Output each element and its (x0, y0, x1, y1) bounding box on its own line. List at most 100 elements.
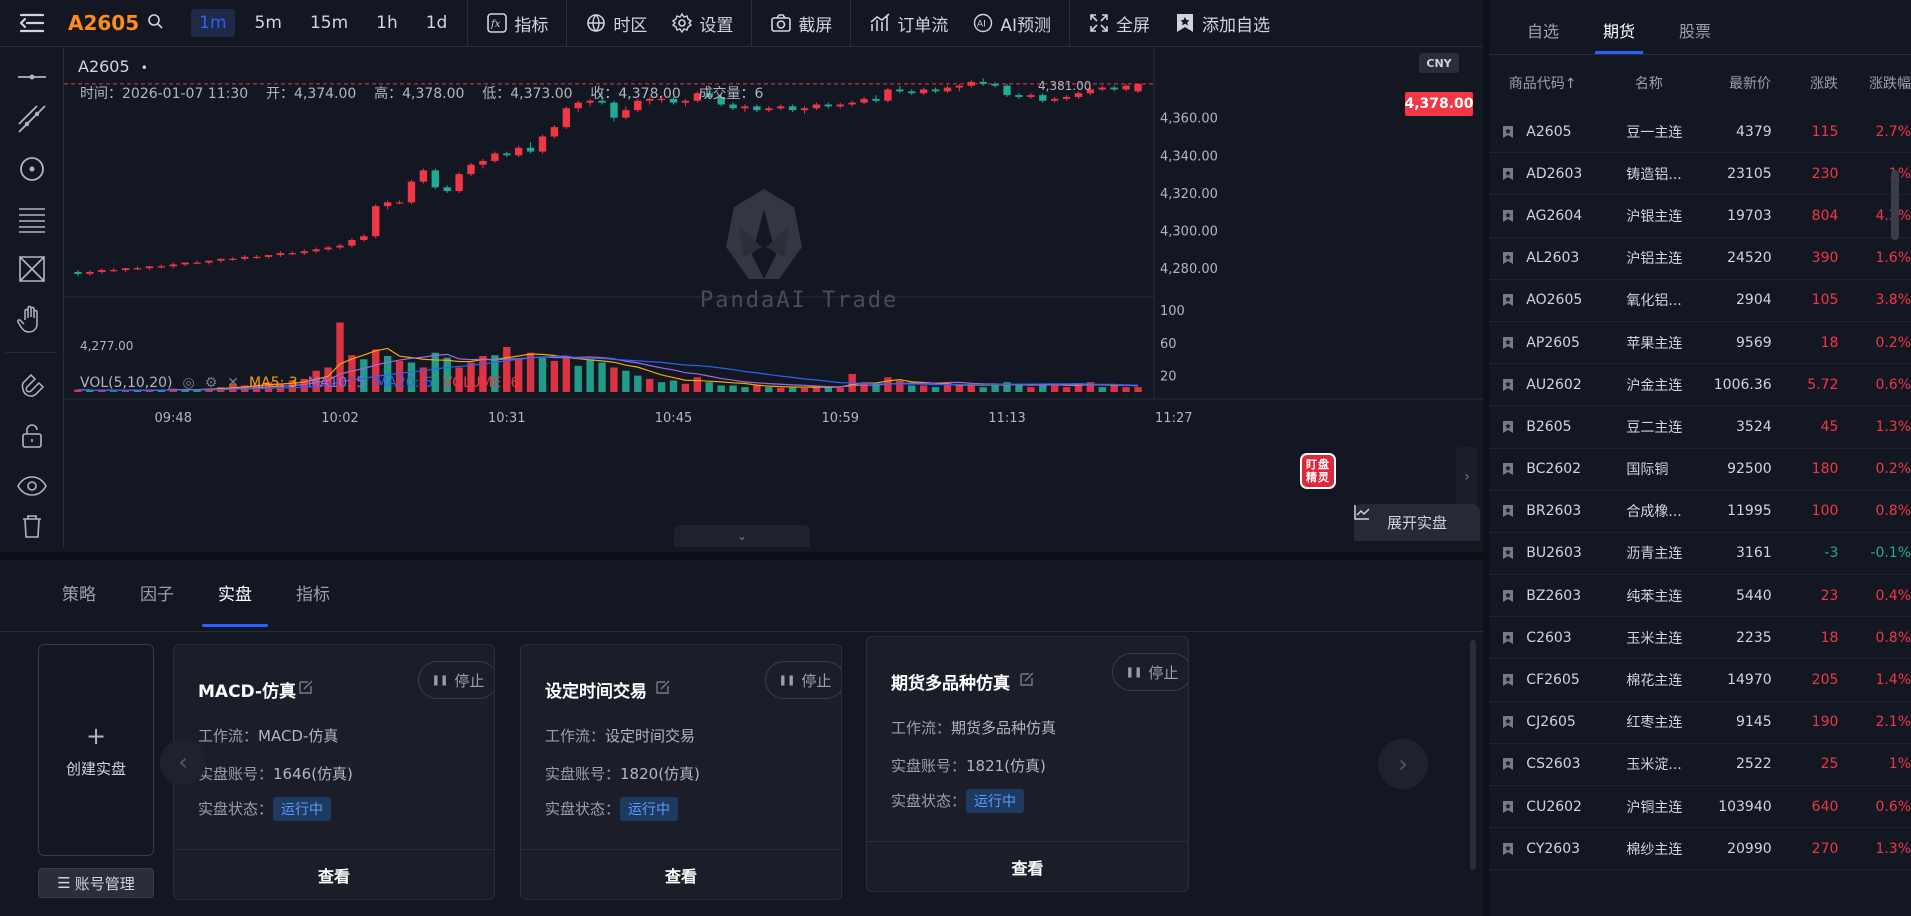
tab-strategy[interactable]: 策略 (40, 580, 118, 631)
market-row[interactable]: C2603 玉米主连 2235 18 0.8% (1489, 617, 1911, 660)
bookmark-icon[interactable] (1489, 631, 1526, 645)
stop-button[interactable]: ❚❚ 停止 (418, 661, 494, 699)
candlestick-chart[interactable]: PandaAI Trade 4,360.00 4,340.00 4,320.00 4,… (64, 47, 1483, 547)
tab-watchlist[interactable]: 自选 (1505, 0, 1581, 54)
add-watchlist-button[interactable]: 添加自选 (1162, 0, 1282, 47)
price-axis[interactable]: 4,360.00 4,340.00 4,320.00 4,300.00 4,280.00 (1160, 112, 1218, 278)
ai-predict-button[interactable]: AI AI预测 (960, 0, 1063, 47)
market-row[interactable]: AU2602 沪金主连 1006.36 5.72 0.6% (1489, 364, 1911, 407)
stop-button[interactable]: ❚❚ 停止 (765, 661, 841, 699)
screenshot-button[interactable]: 截屏 (758, 0, 844, 47)
bookmark-icon[interactable] (1489, 842, 1526, 856)
time-axis[interactable]: 09:48 10:02 10:31 10:45 10:59 11:13 11:27 (155, 411, 1193, 426)
market-row[interactable]: CF2605 棉花主连 14970 205 1.4% (1489, 659, 1911, 702)
expand-live-button[interactable]: 展开实盘 (1354, 504, 1480, 541)
timezone-button[interactable]: 时区 (573, 0, 659, 47)
market-row[interactable]: B2605 豆二主连 3524 45 1.3% (1489, 406, 1911, 449)
market-row[interactable]: BR2603 合成橡... 11995 100 0.8% (1489, 491, 1911, 533)
view-button[interactable]: 查看 (521, 849, 841, 899)
menu-icon[interactable] (0, 0, 64, 47)
market-row[interactable]: CJ2605 红枣主连 9145 190 2.1% (1489, 702, 1911, 744)
bookmark-icon[interactable] (1489, 757, 1526, 771)
col-change[interactable]: 涨跌 (1771, 73, 1838, 93)
market-row[interactable]: A2605 豆一主连 4379 115 2.7% (1489, 111, 1911, 154)
pattern-tool[interactable] (0, 244, 64, 294)
bookmark-icon[interactable] (1489, 589, 1526, 603)
bookmark-icon[interactable] (1489, 715, 1526, 729)
stop-button[interactable]: ❚❚ 停止 (1112, 653, 1188, 691)
market-row[interactable]: AD2603 铸造铝... 23105 230 1% (1489, 153, 1911, 196)
bookmark-icon[interactable] (1489, 293, 1526, 307)
bookmark-icon[interactable] (1489, 209, 1526, 223)
edit-icon[interactable] (655, 679, 671, 695)
tab-stocks[interactable]: 股票 (1657, 0, 1733, 54)
interval-1d[interactable]: 1d (418, 9, 456, 37)
magnet-tool[interactable] (0, 361, 64, 411)
col-name[interactable]: 名称 (1635, 73, 1704, 93)
col-price[interactable]: 最新价 (1704, 73, 1771, 93)
view-button[interactable]: 查看 (867, 841, 1188, 891)
market-row[interactable]: CU2602 沪铜主连 103940 640 0.6% (1489, 786, 1911, 829)
bookmark-icon[interactable] (1489, 420, 1526, 434)
horizontal-line-tool[interactable] (0, 59, 64, 94)
edit-icon[interactable] (1019, 671, 1035, 687)
edit-icon[interactable] (298, 679, 314, 695)
trend-line-tool[interactable] (0, 94, 64, 144)
bookmark-icon[interactable] (1489, 800, 1526, 814)
market-row[interactable]: AL2603 沪铝主连 24520 390 1.6% (1489, 238, 1911, 280)
orderflow-button[interactable]: 订单流 (857, 0, 960, 47)
interval-5m[interactable]: 5m (247, 9, 290, 37)
list-scrollbar[interactable] (1891, 170, 1899, 240)
symbol-label[interactable]: A2605 (68, 11, 139, 35)
market-row[interactable]: BZ2603 纯苯主连 5440 23 0.4% (1489, 575, 1911, 618)
indicators-button[interactable]: fx 指标 (474, 0, 560, 47)
close-icon[interactable]: ✕ (227, 375, 239, 391)
market-row[interactable]: AG2604 沪银主连 19703 8044.3% (1489, 195, 1911, 238)
tab-factor[interactable]: 因子 (118, 580, 196, 631)
lock-tool[interactable] (0, 411, 64, 461)
interval-15m[interactable]: 15m (302, 9, 356, 37)
settings-button[interactable]: 设置 (659, 0, 745, 47)
fib-tool[interactable] (0, 194, 64, 244)
hand-tool[interactable] (0, 294, 64, 344)
bookmark-icon[interactable] (1489, 462, 1526, 476)
bookmark-icon[interactable] (1489, 336, 1526, 350)
collapse-right-icon[interactable]: › (1456, 447, 1478, 507)
collapse-chart-icon[interactable]: ⌄ (674, 525, 810, 547)
market-row[interactable]: CS2603 玉米淀... 2522 25 1% (1489, 744, 1911, 786)
account-manage-button[interactable]: ☰ 账号管理 (38, 868, 154, 898)
search-icon[interactable] (147, 13, 163, 33)
gear-icon[interactable]: ⚙ (205, 375, 218, 391)
currency-badge[interactable]: CNY (1419, 53, 1459, 73)
create-live-card[interactable]: + 创建实盘 (38, 644, 154, 856)
tab-futures[interactable]: 期货 (1581, 0, 1657, 54)
col-pct[interactable]: 涨跌幅 (1838, 73, 1911, 93)
hide-eye-icon[interactable]: ◎ (183, 375, 195, 391)
market-row[interactable]: BU2603 沥青主连 3161 -3 -0.1% (1489, 533, 1911, 576)
col-code[interactable]: 商品代码↑ (1509, 73, 1635, 93)
cards-scrollbar[interactable] (1470, 640, 1476, 870)
tab-indicator[interactable]: 指标 (274, 580, 352, 631)
bookmark-icon[interactable] (1489, 125, 1526, 139)
interval-1h[interactable]: 1h (368, 9, 406, 37)
market-row[interactable]: AO2605 氧化铝... 2904 105 3.8% (1489, 280, 1911, 322)
interval-1m[interactable]: 1m (191, 9, 235, 37)
carousel-next-icon[interactable]: › (1378, 739, 1428, 789)
fullscreen-button[interactable]: 全屏 (1076, 0, 1162, 47)
carousel-prev-icon[interactable]: ‹ (160, 739, 206, 785)
bookmark-icon[interactable] (1489, 673, 1526, 687)
market-row[interactable]: CY2603 棉纱主连 20990 270 1.3% (1489, 828, 1911, 871)
bookmark-icon[interactable] (1489, 167, 1526, 181)
view-button[interactable]: 查看 (174, 849, 494, 899)
bookmark-icon[interactable] (1489, 504, 1526, 518)
bookmark-icon[interactable] (1489, 378, 1526, 392)
bookmark-icon[interactable] (1489, 251, 1526, 265)
market-row[interactable]: BC2602 国际铜 92500 180 0.2% (1489, 449, 1911, 491)
signal-stamp[interactable]: 盯盘精灵 (1300, 453, 1336, 489)
visibility-tool[interactable] (0, 461, 64, 511)
bookmark-icon[interactable] (1489, 546, 1526, 560)
delete-tool[interactable] (0, 511, 64, 541)
market-row[interactable]: AP2605 苹果主连 9569 18 0.2% (1489, 322, 1911, 365)
tab-live[interactable]: 实盘 (196, 580, 274, 631)
circle-tool[interactable] (0, 144, 64, 194)
